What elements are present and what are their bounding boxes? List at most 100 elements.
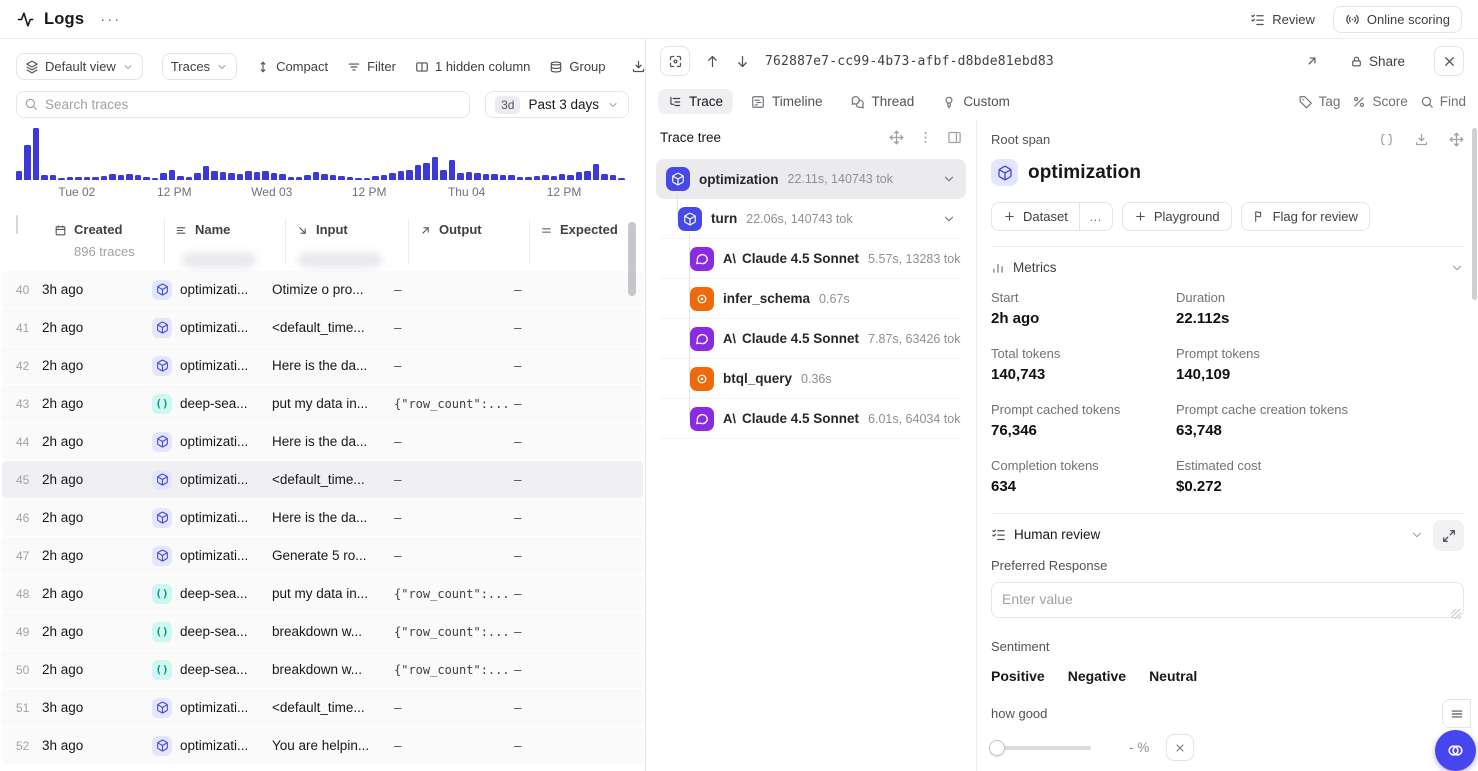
search-input[interactable] [16, 91, 470, 118]
tree-span-row[interactable]: turn22.06s, 140743 tok [656, 199, 966, 239]
column-header-expected[interactable]: Expected [530, 216, 610, 271]
download-icon[interactable] [1414, 132, 1429, 147]
cell-expected: – [514, 738, 594, 753]
how-good-slider[interactable] [991, 746, 1091, 750]
table-row[interactable]: 523h agooptimizati...You are helpin...–– [2, 727, 643, 764]
tree-span-row[interactable]: A\Claude 4.5 Sonnet7.87s, 63426 tok [656, 319, 966, 359]
span-duration-tokens: 7.87s, 63426 tok [868, 332, 960, 346]
tree-span-row[interactable]: optimization22.11s, 140743 tok [656, 159, 966, 199]
table-row[interactable]: 462h agooptimizati...Here is the da...–– [2, 499, 643, 536]
sentiment-option-neutral[interactable]: Neutral [1149, 668, 1197, 684]
side-menu-button[interactable] [1442, 699, 1471, 728]
cell-name: ()deep-sea... [152, 394, 272, 414]
root-span-label: Root span [991, 132, 1050, 147]
table-row[interactable]: 412h agooptimizati...<default_time...–– [2, 309, 643, 346]
tree-span-row[interactable]: btql_query0.36s [656, 359, 966, 399]
tree-span-row[interactable]: A\Claude 4.5 Sonnet6.01s, 64034 tok [656, 399, 966, 439]
chevron-down-icon[interactable] [1410, 528, 1424, 542]
hidden-column-button[interactable]: 1 hidden column [415, 59, 530, 74]
table-row[interactable]: 403h agooptimizati...Otimize o pro...–– [2, 271, 643, 308]
cell-output: – [394, 510, 514, 525]
table-row[interactable]: 432h ago()deep-sea...put my data in...{"… [2, 385, 643, 422]
axis-tick-label: Tue 02 [58, 185, 95, 199]
cell-input: Here is the da... [272, 358, 394, 373]
span-detail-panel: Root span [977, 120, 1478, 771]
focus-span-button[interactable] [660, 46, 690, 76]
slider-thumb[interactable] [989, 740, 1005, 756]
json-braces-icon[interactable] [1379, 132, 1394, 147]
chevron-down-icon[interactable] [942, 212, 956, 226]
histogram-bar [101, 176, 107, 180]
table-row[interactable]: 442h agooptimizati...Here is the da...–– [2, 423, 643, 460]
span-type-chip [678, 207, 702, 231]
cell-output: – [394, 700, 514, 715]
group-button[interactable]: Group [549, 59, 605, 74]
chevron-down-icon[interactable] [1450, 261, 1464, 275]
panel-toggle-icon[interactable] [947, 130, 962, 145]
export-button[interactable] [631, 59, 646, 74]
traces-dropdown[interactable]: Traces [162, 53, 237, 80]
metric-value: 2h ago [991, 310, 1176, 327]
clear-score-button[interactable] [1166, 734, 1194, 761]
open-fullscreen-icon[interactable] [1305, 54, 1319, 68]
histogram-bar [389, 173, 395, 180]
time-range-dropdown[interactable]: 3d Past 3 days [485, 91, 629, 118]
move-icon[interactable] [889, 130, 904, 145]
cell-input: Here is the da... [272, 434, 394, 449]
find-button[interactable]: Find [1420, 94, 1466, 109]
tab-trace[interactable]: Trace [658, 89, 733, 114]
playground-button[interactable]: Playground [1122, 202, 1232, 231]
tag-button[interactable]: Tag [1299, 94, 1341, 109]
tree-span-row[interactable]: A\Claude 4.5 Sonnet5.57s, 13283 tok [656, 239, 966, 279]
more-menu-icon[interactable]: ··· [100, 11, 121, 28]
select-all-checkbox[interactable] [16, 215, 18, 234]
tab-thread[interactable]: Thread [841, 89, 925, 114]
tab-custom[interactable]: Custom [932, 89, 1020, 114]
table-row[interactable]: 422h agooptimizati...Here is the da...–– [2, 347, 643, 384]
score-button[interactable]: Score [1352, 94, 1407, 109]
tab-timeline[interactable]: Timeline [741, 89, 833, 114]
table-scrollbar[interactable] [628, 222, 636, 296]
kebab-menu-icon[interactable] [918, 130, 933, 145]
move-icon[interactable] [1449, 132, 1464, 147]
align-left-icon [175, 224, 188, 237]
chevron-down-icon[interactable] [942, 172, 956, 186]
sentiment-option-positive[interactable]: Positive [991, 668, 1045, 684]
table-row[interactable]: 492h ago()deep-sea...breakdown w...{"row… [2, 613, 643, 650]
tree-span-row[interactable]: infer_schema0.67s [656, 279, 966, 319]
compact-button[interactable]: Compact [256, 59, 328, 74]
expand-review-button[interactable] [1433, 520, 1464, 551]
calendar-icon [54, 224, 67, 237]
textarea-resize-handle[interactable] [1451, 609, 1461, 619]
review-button[interactable]: Review [1250, 12, 1315, 27]
table-row[interactable]: 472h agooptimizati...Generate 5 ro...–– [2, 537, 643, 574]
online-scoring-button[interactable]: Online scoring [1333, 6, 1462, 33]
histogram-bar [551, 176, 557, 180]
add-to-dataset-button[interactable]: Dataset [992, 203, 1079, 230]
sentiment-option-negative[interactable]: Negative [1068, 668, 1126, 684]
histogram-bar [321, 174, 327, 180]
table-row[interactable]: 482h ago()deep-sea...put my data in...{"… [2, 575, 643, 612]
flag-for-review-button[interactable]: Flag for review [1241, 202, 1370, 231]
tag-icon [1299, 95, 1313, 109]
next-trace-button[interactable] [735, 54, 750, 69]
detail-scrollbar[interactable] [1472, 128, 1477, 300]
table-row[interactable]: 452h agooptimizati...<default_time...–– [2, 461, 643, 498]
cube-icon [156, 511, 169, 524]
previous-trace-button[interactable] [705, 54, 720, 69]
cell-name: ()deep-sea... [152, 660, 272, 680]
cell-input: Generate 5 ro... [272, 548, 394, 563]
share-button[interactable]: Share [1350, 54, 1405, 69]
table-row[interactable]: 502h ago()deep-sea...breakdown w...{"row… [2, 651, 643, 688]
flag-icon [1253, 210, 1266, 223]
preferred-response-input[interactable] [991, 582, 1464, 618]
close-panel-button[interactable] [1434, 46, 1464, 76]
table-row[interactable]: 513h agooptimizati...<default_time...–– [2, 689, 643, 726]
view-dropdown[interactable]: Default view [16, 53, 143, 80]
filter-button[interactable]: Filter [347, 59, 396, 74]
column-header-output[interactable]: Output [409, 216, 529, 271]
column-header-created[interactable]: Created896 traces [54, 216, 164, 271]
dataset-more-button[interactable]: … [1080, 203, 1112, 230]
column-header-text: Name [195, 222, 230, 237]
copilot-floating-button[interactable] [1435, 730, 1476, 771]
